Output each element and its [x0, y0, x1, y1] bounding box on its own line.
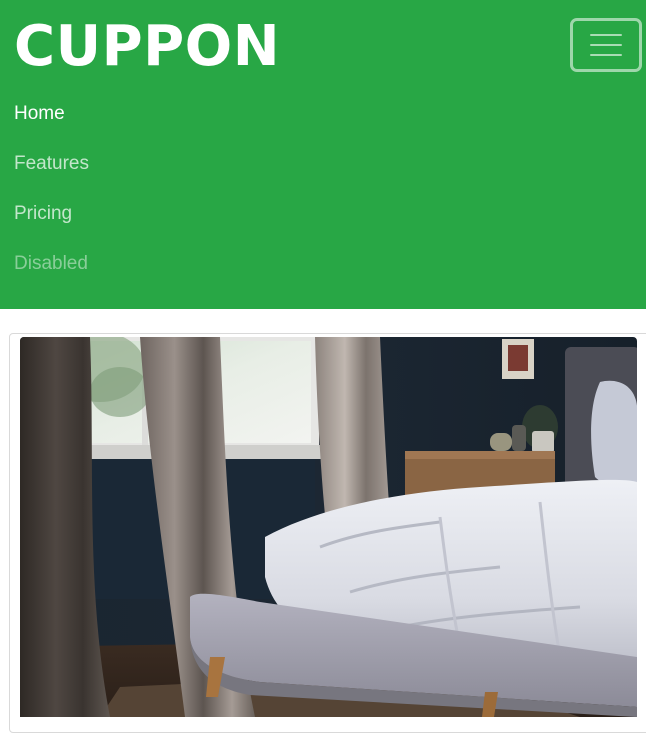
nav-menu: Home Features Pricing Disabled — [14, 92, 89, 292]
nav-link-pricing[interactable]: Pricing — [14, 203, 72, 224]
nav-item-pricing: Pricing — [14, 192, 89, 242]
nav-item-features: Features — [14, 142, 89, 192]
brand-logo[interactable]: CUPPON — [14, 12, 280, 82]
nav-link-features[interactable]: Features — [14, 153, 89, 174]
navbar: CUPPON Home Features Pricing Disabled — [0, 0, 646, 309]
nav-item-home: Home — [14, 92, 89, 142]
product-card — [9, 333, 646, 733]
nav-link-home[interactable]: Home — [14, 103, 65, 124]
navbar-toggler-button[interactable] — [570, 18, 642, 72]
nav-link-disabled: Disabled — [14, 253, 88, 274]
hamburger-icon — [590, 34, 622, 56]
nav-item-disabled: Disabled — [14, 242, 89, 292]
bedroom-photo — [20, 337, 637, 717]
